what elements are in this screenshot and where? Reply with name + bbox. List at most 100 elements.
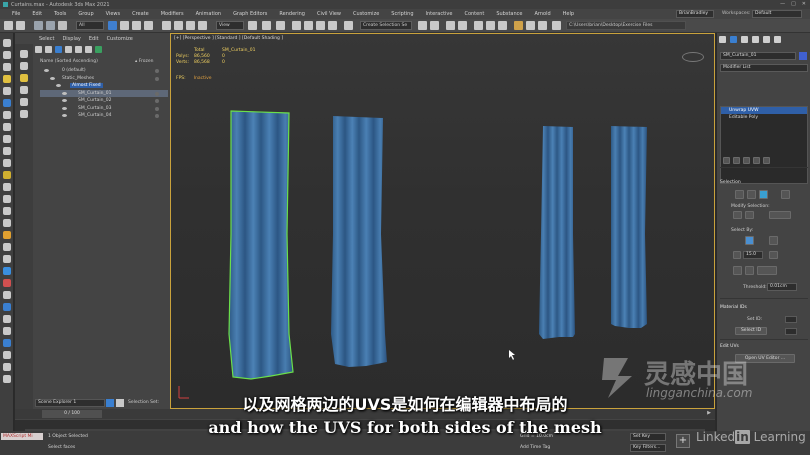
utilities-tab-icon[interactable] [774, 36, 781, 43]
motion-tab-icon[interactable] [752, 36, 759, 43]
create-tab-icon[interactable] [3, 51, 11, 59]
menu-animation[interactable]: Animation [190, 11, 228, 17]
edge-select-icon[interactable] [747, 190, 756, 199]
display-shapes-icon[interactable] [20, 62, 28, 70]
edit-named-selection-icon[interactable] [344, 21, 353, 30]
element-select-icon[interactable] [781, 190, 790, 199]
select-flipped-icon[interactable] [745, 266, 754, 275]
frozen-toggle-icon[interactable] [155, 99, 159, 103]
display-cameras-icon[interactable] [20, 86, 28, 94]
select-overlapped-icon[interactable] [733, 266, 742, 275]
selection-filter-dropdown[interactable]: All [76, 21, 104, 30]
edit-uvs-rollout-title[interactable]: Edit UVs [720, 344, 739, 349]
menu-graph-editors[interactable]: Graph Editors [227, 11, 273, 17]
tree-row-static-meshes[interactable]: Static_Meshes [40, 75, 168, 83]
select-inverted-icon[interactable] [757, 266, 777, 275]
cylinder-icon[interactable] [3, 195, 11, 203]
toggle-layer-explorer-icon[interactable] [458, 21, 467, 30]
selection-rollout-title[interactable]: Selection [720, 180, 741, 185]
edge-mode-icon[interactable] [3, 147, 11, 155]
display-geometry-icon[interactable] [20, 50, 28, 58]
vertex-mode-icon[interactable] [3, 135, 11, 143]
percent-snap-icon[interactable] [316, 21, 325, 30]
create-tab-icon[interactable] [719, 36, 726, 43]
frozen-toggle-icon[interactable] [155, 114, 159, 118]
sun-icon[interactable] [3, 231, 11, 239]
ignore-backfacing-icon[interactable] [769, 236, 778, 245]
project-path[interactable]: C:\Users\brian\Desktop\Exercise Files [566, 21, 686, 30]
render-production-icon[interactable] [538, 21, 547, 30]
display-helpers-icon[interactable] [20, 98, 28, 106]
window-crossing-icon[interactable] [144, 21, 153, 30]
make-unique-icon[interactable] [743, 157, 750, 164]
visibility-eye-icon[interactable] [62, 99, 67, 102]
menu-views[interactable]: Views [100, 11, 126, 17]
systems-icon[interactable] [3, 267, 11, 275]
select-id-button[interactable]: Select ID [735, 327, 767, 335]
viewport-layout-icon[interactable] [3, 39, 11, 47]
render-setup-icon[interactable] [514, 21, 523, 30]
tab-display[interactable]: Display [62, 36, 80, 42]
compound-icon[interactable] [3, 315, 11, 323]
particle-icon[interactable] [3, 279, 11, 287]
menu-create[interactable]: Create [126, 11, 155, 17]
visibility-eye-icon[interactable] [44, 69, 49, 72]
show-end-result-icon[interactable] [733, 157, 740, 164]
column-frozen[interactable]: ▴ Frozen [135, 59, 153, 64]
tab-customize[interactable]: Customize [107, 36, 133, 42]
workspace-dropdown[interactable]: Default [752, 10, 802, 18]
set-current-layer-icon[interactable] [95, 46, 102, 53]
column-name[interactable]: Name (Sorted Ascending) [40, 59, 98, 64]
menu-interactive[interactable]: Interactive [420, 11, 459, 17]
menu-help[interactable]: Help [557, 11, 580, 17]
display-lights-icon[interactable] [20, 74, 28, 82]
menu-substance[interactable]: Substance [490, 11, 528, 17]
set-id-field[interactable] [785, 316, 797, 323]
menu-rendering[interactable]: Rendering [273, 11, 311, 17]
planar-angle-icon[interactable] [733, 251, 741, 259]
camera-icon[interactable] [3, 87, 11, 95]
add-time-tag[interactable]: Add Time Tag [520, 445, 550, 450]
menu-customize[interactable]: Customize [347, 11, 385, 17]
sort-by-layer-icon[interactable] [55, 46, 62, 53]
layers-icon[interactable] [3, 111, 11, 119]
tree-row-default-layer[interactable]: 0 (default) [40, 67, 168, 75]
named-selection-dropdown[interactable]: Create Selection Se [360, 21, 412, 30]
rendered-frame-window-icon[interactable] [526, 21, 535, 30]
add-to-layer-icon[interactable] [85, 46, 92, 53]
visibility-eye-icon[interactable] [62, 91, 67, 95]
select-manipulate-icon[interactable] [262, 21, 271, 30]
remove-modifier-icon[interactable] [753, 157, 760, 164]
menu-arnold[interactable]: Arnold [528, 11, 556, 17]
object-color-swatch[interactable] [799, 52, 807, 60]
user-account-dropdown[interactable]: BrianBradley [676, 10, 714, 18]
container-icon[interactable] [3, 375, 11, 383]
schematic-view-icon[interactable] [486, 21, 495, 30]
configure-sets-icon[interactable] [763, 157, 770, 164]
unlink-icon[interactable] [46, 21, 55, 30]
tree-row-sm-curtain-03[interactable]: SM_Curtain_03 [40, 105, 168, 113]
curtain-sm-curtain-04[interactable] [611, 126, 647, 328]
stack-item-editable-poly[interactable]: Editable Poly [721, 114, 807, 121]
polygon-select-icon[interactable] [759, 190, 768, 199]
tab-edit[interactable]: Edit [89, 36, 99, 42]
polygon-mode-icon[interactable] [3, 159, 11, 167]
maximize-icon[interactable]: □ [791, 1, 796, 7]
visibility-eye-icon[interactable] [50, 76, 55, 80]
select-rotate-icon[interactable] [174, 21, 183, 30]
menu-modifiers[interactable]: Modifiers [155, 11, 190, 17]
display-icon[interactable] [3, 339, 11, 347]
frozen-toggle-icon[interactable] [155, 69, 159, 73]
align-icon[interactable] [430, 21, 439, 30]
modifier-list-dropdown[interactable]: Modifier List [720, 64, 808, 72]
visibility-eye-icon[interactable] [62, 106, 67, 110]
sort-by-hierarchy-icon[interactable] [65, 46, 72, 53]
select-object-icon[interactable] [108, 21, 117, 30]
plane-icon[interactable] [3, 219, 11, 227]
curve-editor-icon[interactable] [474, 21, 483, 30]
filter-icon[interactable] [35, 46, 42, 53]
select-scale-icon[interactable] [186, 21, 195, 30]
menu-file[interactable]: File [6, 11, 26, 17]
mirror-icon[interactable] [418, 21, 427, 30]
menu-group[interactable]: Group [72, 11, 99, 17]
